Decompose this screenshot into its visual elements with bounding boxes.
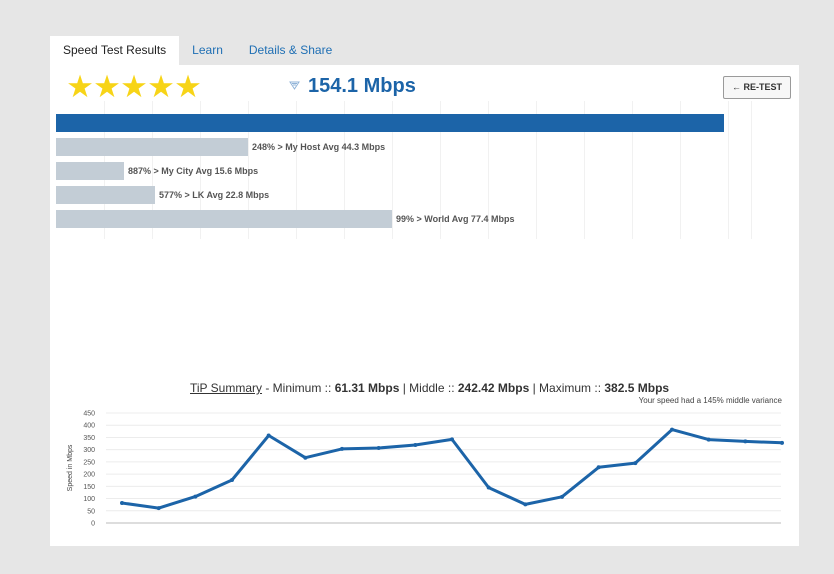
results-panel: ★ ★ ★ ★ ★ 154.1 Mbps ← RE-TEST 248% > My Hos… bbox=[50, 65, 799, 546]
comparison-bars: 248% > My Host Avg 44.3 Mbps 887% > My Ci… bbox=[56, 101, 776, 239]
y-axis-label: Speed in Mbps bbox=[67, 444, 74, 491]
comparison-bar bbox=[56, 162, 124, 180]
data-point bbox=[303, 455, 308, 460]
tab-details-share[interactable]: Details & Share bbox=[236, 36, 345, 65]
data-point bbox=[120, 500, 124, 505]
data-point bbox=[596, 465, 601, 470]
comparison-label: 887% > My City Avg 15.6 Mbps bbox=[128, 166, 259, 176]
speed-result: 154.1 Mbps bbox=[289, 75, 416, 98]
middle-label: | Middle :: bbox=[399, 381, 458, 395]
data-point bbox=[156, 506, 161, 511]
comparison-bar bbox=[56, 186, 155, 204]
data-point bbox=[376, 445, 381, 450]
comparison-bar bbox=[56, 138, 248, 156]
minimum-label: - Minimum :: bbox=[262, 381, 335, 395]
your-speed-bar bbox=[56, 114, 724, 132]
y-tick-label: 50 bbox=[87, 508, 95, 515]
comparison-label: 99% > World Avg 77.4 Mbps bbox=[396, 214, 515, 224]
speed-value: 154.1 Mbps bbox=[308, 75, 416, 97]
comparison-label: 577% > LK Avg 22.8 Mbps bbox=[159, 190, 270, 200]
y-tick-label: 100 bbox=[83, 496, 95, 503]
data-point bbox=[523, 502, 528, 507]
minimum-value: 61.31 Mbps bbox=[334, 381, 400, 395]
data-point bbox=[633, 461, 638, 466]
comparison-bar bbox=[56, 210, 392, 228]
data-point bbox=[450, 437, 454, 442]
data-point bbox=[230, 477, 234, 482]
data-point bbox=[193, 494, 198, 499]
maximum-label: | Maximum :: bbox=[529, 381, 605, 395]
middle-value: 242.42 Mbps bbox=[457, 381, 530, 395]
data-point bbox=[560, 494, 564, 499]
data-point bbox=[340, 446, 344, 451]
y-tick-label: 0 bbox=[91, 521, 95, 528]
data-point bbox=[413, 443, 418, 448]
y-tick-label: 200 bbox=[83, 472, 95, 479]
tab-speed-test-results[interactable]: Speed Test Results bbox=[50, 36, 180, 65]
maximum-value: 382.5 Mbps bbox=[604, 381, 670, 395]
download-icon bbox=[289, 81, 300, 93]
speed-line-chart: 0 50 100 150 200 250 300 350 400 450 Speed in Mbps bbox=[67, 411, 784, 528]
y-tick-label: 250 bbox=[83, 459, 95, 466]
data-point bbox=[266, 433, 271, 438]
data-point bbox=[780, 440, 784, 445]
y-tick-label: 400 bbox=[83, 423, 95, 430]
tab-learn[interactable]: Learn bbox=[179, 36, 236, 65]
y-tick-label: 300 bbox=[83, 447, 95, 454]
comparison-label: 248% > My Host Avg 44.3 Mbps bbox=[252, 142, 386, 152]
retest-button[interactable]: ← RE-TEST bbox=[723, 76, 791, 99]
data-point bbox=[486, 485, 491, 490]
tab-bar: Speed Test Results Learn Details & Share bbox=[50, 36, 345, 65]
tip-summary-link[interactable]: TiP Summary bbox=[190, 381, 262, 395]
data-point bbox=[706, 437, 711, 442]
data-point bbox=[743, 439, 748, 444]
y-tick-label: 150 bbox=[83, 484, 95, 491]
y-tick-label: 350 bbox=[83, 435, 95, 442]
data-point bbox=[670, 427, 674, 432]
y-tick-label: 450 bbox=[83, 411, 95, 418]
variance-note: Your speed had a 145% middle variance bbox=[638, 396, 782, 405]
tip-summary: TiP Summary - Minimum :: 61.31 Mbps | Mi… bbox=[190, 381, 669, 395]
